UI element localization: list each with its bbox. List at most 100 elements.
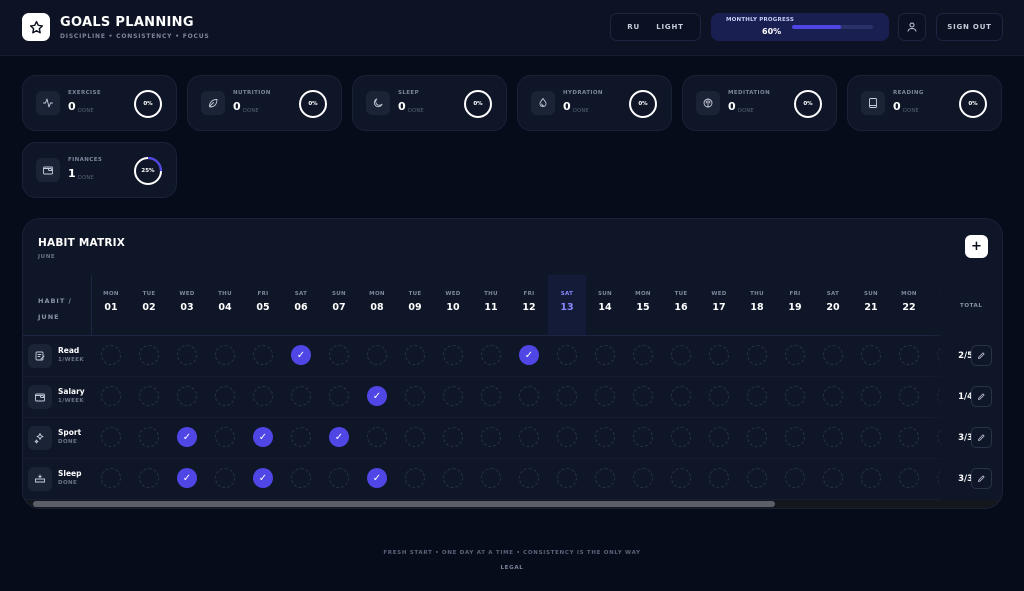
habit-check-cell[interactable] [671, 427, 691, 447]
habit-check-cell[interactable] [861, 345, 881, 365]
habit-check-cell[interactable] [747, 345, 767, 365]
habit-check-cell[interactable]: ✓ [519, 345, 539, 365]
habit-check-cell[interactable] [785, 345, 805, 365]
habit-check-cell[interactable]: ✓ [253, 427, 273, 447]
habit-check-cell[interactable] [215, 468, 235, 488]
habit-check-cell[interactable]: ✓ [291, 345, 311, 365]
habit-check-cell[interactable] [899, 427, 919, 447]
habit-check-cell[interactable] [557, 345, 577, 365]
habit-check-cell[interactable] [633, 345, 653, 365]
habit-check-cell[interactable] [291, 427, 311, 447]
stat-card-sleep[interactable]: SLEEP 0 DONE 0% [352, 75, 507, 131]
habit-check-cell[interactable] [595, 386, 615, 406]
edit-habit-button[interactable] [971, 345, 992, 366]
habit-check-cell[interactable] [405, 386, 425, 406]
habit-check-cell[interactable] [823, 386, 843, 406]
habit-check-cell[interactable] [709, 345, 729, 365]
habit-check-cell[interactable]: ✓ [367, 386, 387, 406]
habit-check-cell[interactable] [101, 386, 121, 406]
habit-check-cell[interactable] [177, 386, 197, 406]
theme-toggle[interactable]: LIGHT [656, 23, 683, 31]
habit-check-cell[interactable] [291, 386, 311, 406]
habit-check-cell[interactable] [899, 386, 919, 406]
habit-check-cell[interactable] [443, 386, 463, 406]
habit-check-cell[interactable] [367, 427, 387, 447]
habit-check-cell[interactable] [367, 345, 387, 365]
habit-check-cell[interactable] [139, 427, 159, 447]
edit-habit-button[interactable] [971, 386, 992, 407]
habit-check-cell[interactable] [443, 345, 463, 365]
habit-check-cell[interactable] [823, 345, 843, 365]
habit-check-cell[interactable] [101, 427, 121, 447]
habit-check-cell[interactable] [443, 427, 463, 447]
habit-check-cell[interactable] [557, 468, 577, 488]
stat-card-exercise[interactable]: EXERCISE 0 DONE 0% [22, 75, 177, 131]
habit-check-cell[interactable] [747, 427, 767, 447]
habit-check-cell[interactable] [253, 345, 273, 365]
habit-check-cell[interactable] [709, 386, 729, 406]
habit-check-cell[interactable] [481, 468, 501, 488]
footer-legal-link[interactable]: LEGAL [0, 565, 1024, 571]
stat-card-reading[interactable]: READING 0 DONE 0% [847, 75, 1002, 131]
habit-check-cell[interactable] [709, 427, 729, 447]
stat-card-nutrition[interactable]: NUTRITION 0 DONE 0% [187, 75, 342, 131]
habit-check-cell[interactable] [481, 345, 501, 365]
habit-check-cell[interactable] [861, 427, 881, 447]
habit-check-cell[interactable] [215, 386, 235, 406]
habit-check-cell[interactable] [101, 468, 121, 488]
habit-check-cell[interactable] [139, 345, 159, 365]
stat-card-hydration[interactable]: HYDRATION 0 DONE 0% [517, 75, 672, 131]
habit-check-cell[interactable] [291, 468, 311, 488]
habit-check-cell[interactable] [557, 427, 577, 447]
habit-check-cell[interactable]: ✓ [253, 468, 273, 488]
habit-check-cell[interactable] [709, 468, 729, 488]
habit-check-cell[interactable] [481, 427, 501, 447]
habit-check-cell[interactable] [329, 468, 349, 488]
habit-check-cell[interactable] [595, 468, 615, 488]
add-habit-button[interactable]: + [965, 235, 988, 258]
habit-check-cell[interactable] [899, 345, 919, 365]
habit-check-cell[interactable] [405, 427, 425, 447]
habit-check-cell[interactable] [633, 427, 653, 447]
stat-card-meditation[interactable]: MEDITATION 0 DONE 0% [682, 75, 837, 131]
habit-check-cell[interactable] [405, 345, 425, 365]
habit-check-cell[interactable] [633, 386, 653, 406]
habit-check-cell[interactable] [177, 345, 197, 365]
user-profile-button[interactable] [898, 13, 926, 41]
stat-card-finances[interactable]: FINANCES 1 DONE 25% [22, 142, 177, 198]
sign-out-button[interactable]: SIGN OUT [936, 13, 1003, 41]
habit-check-cell[interactable] [139, 386, 159, 406]
habit-check-cell[interactable] [671, 468, 691, 488]
habit-check-cell[interactable] [557, 386, 577, 406]
habit-check-cell[interactable] [747, 468, 767, 488]
habit-check-cell[interactable]: ✓ [177, 468, 197, 488]
habit-check-cell[interactable] [519, 427, 539, 447]
habit-check-cell[interactable] [595, 345, 615, 365]
habit-check-cell[interactable] [899, 468, 919, 488]
habit-check-cell[interactable] [215, 427, 235, 447]
habit-check-cell[interactable] [481, 386, 501, 406]
habit-check-cell[interactable] [519, 468, 539, 488]
habit-check-cell[interactable] [785, 427, 805, 447]
habit-check-cell[interactable] [671, 345, 691, 365]
edit-habit-button[interactable] [971, 468, 992, 489]
habit-check-cell[interactable] [595, 427, 615, 447]
habit-check-cell[interactable] [519, 386, 539, 406]
habit-check-cell[interactable] [823, 427, 843, 447]
habit-check-cell[interactable] [405, 468, 425, 488]
habit-check-cell[interactable] [139, 468, 159, 488]
edit-habit-button[interactable] [971, 427, 992, 448]
habit-check-cell[interactable] [329, 386, 349, 406]
habit-check-cell[interactable] [823, 468, 843, 488]
habit-check-cell[interactable]: ✓ [367, 468, 387, 488]
habit-check-cell[interactable] [861, 468, 881, 488]
language-toggle[interactable]: RU [627, 23, 640, 31]
habit-check-cell[interactable] [747, 386, 767, 406]
habit-check-cell[interactable] [215, 345, 235, 365]
habit-check-cell[interactable] [443, 468, 463, 488]
habit-check-cell[interactable] [633, 468, 653, 488]
habit-check-cell[interactable] [101, 345, 121, 365]
scrollbar-thumb[interactable] [33, 501, 775, 507]
habit-check-cell[interactable]: ✓ [177, 427, 197, 447]
habit-check-cell[interactable] [785, 468, 805, 488]
